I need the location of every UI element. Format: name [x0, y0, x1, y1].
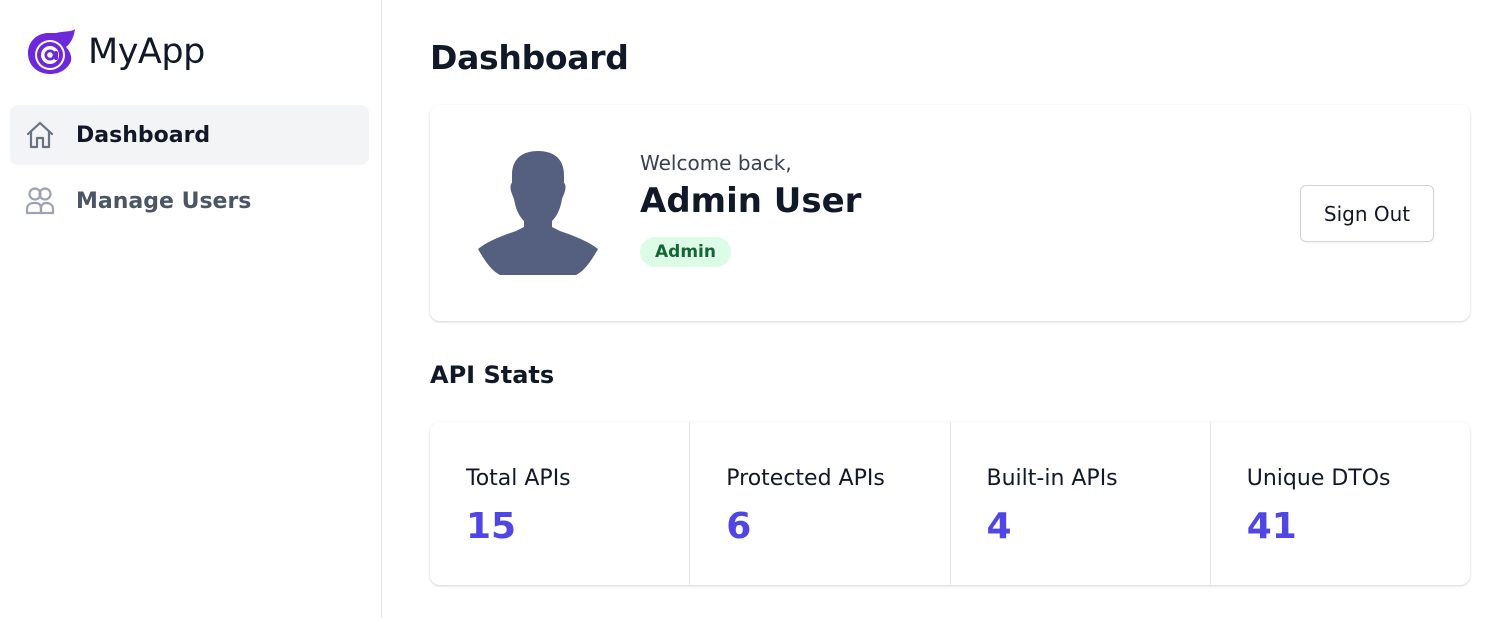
- app-root: MyApp Dashboard Manage Users Dashboard W…: [0, 0, 1510, 618]
- stat-builtin-apis: Built-in APIs 4: [949, 422, 1210, 585]
- stat-protected-apis: Protected APIs 6: [689, 422, 949, 585]
- brand[interactable]: MyApp: [26, 28, 205, 76]
- stat-label: Built-in APIs: [986, 466, 1118, 491]
- sign-out-button[interactable]: Sign Out: [1300, 185, 1434, 242]
- sidebar: MyApp Dashboard Manage Users: [0, 0, 382, 618]
- stat-value: 6: [726, 506, 752, 547]
- stat-total-apis: Total APIs 15: [430, 422, 689, 585]
- api-stats-card: Total APIs 15 Protected APIs 6 Built-in …: [430, 422, 1470, 585]
- users-icon: [24, 185, 56, 217]
- stat-label: Unique DTOs: [1246, 466, 1391, 491]
- stat-unique-dtos: Unique DTOs 41: [1209, 422, 1470, 585]
- sidebar-item-label: Dashboard: [76, 122, 211, 148]
- app-name: MyApp: [88, 32, 205, 72]
- main-content: Dashboard Welcome back, Admin User Admin…: [382, 0, 1510, 618]
- user-name: Admin User: [640, 181, 862, 221]
- welcome-text: Welcome back,: [640, 151, 792, 175]
- home-icon: [24, 119, 56, 151]
- stat-value: 4: [986, 506, 1012, 547]
- role-badge: Admin: [640, 237, 731, 267]
- api-stats-title: API Stats: [430, 361, 555, 389]
- stat-label: Total APIs: [466, 466, 571, 491]
- stat-value: 41: [1246, 506, 1297, 547]
- page-title: Dashboard: [430, 38, 629, 77]
- sidebar-item-label: Manage Users: [76, 188, 252, 214]
- sidebar-item-manage-users[interactable]: Manage Users: [10, 171, 369, 231]
- stat-label: Protected APIs: [726, 466, 885, 491]
- sidebar-nav: Dashboard Manage Users: [10, 105, 369, 237]
- blazor-at-icon: [28, 29, 75, 74]
- user-silhouette-icon: [478, 151, 598, 275]
- sidebar-item-dashboard[interactable]: Dashboard: [10, 105, 369, 165]
- profile-card: Welcome back, Admin User Admin Sign Out: [430, 105, 1470, 321]
- stat-value: 15: [466, 506, 517, 547]
